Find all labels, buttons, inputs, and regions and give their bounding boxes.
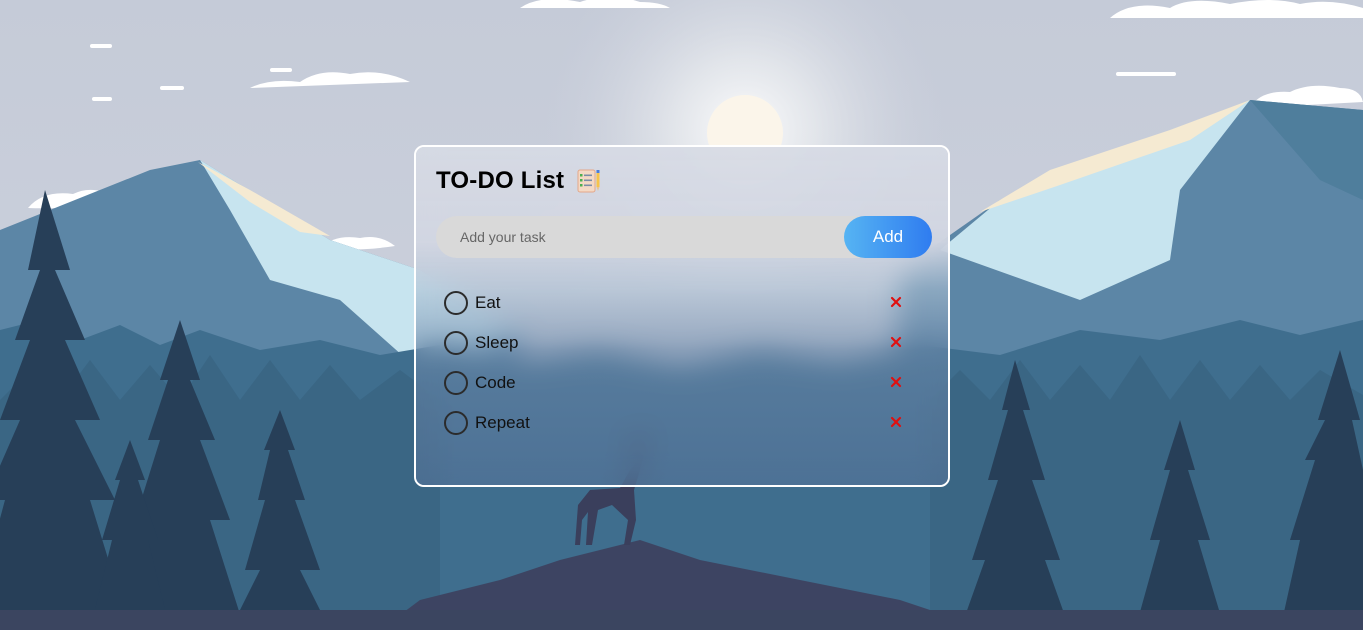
unchecked-circle-icon[interactable]	[444, 371, 468, 395]
task-item[interactable]: Repeat	[444, 403, 914, 443]
task-input[interactable]	[436, 216, 836, 258]
close-icon[interactable]	[888, 414, 904, 430]
add-button[interactable]: Add	[844, 216, 932, 258]
task-label: Eat	[475, 293, 501, 312]
close-icon[interactable]	[888, 374, 904, 390]
task-label: Code	[475, 373, 516, 392]
app-title: TO-DO List	[436, 167, 565, 194]
add-task-row: Add	[436, 216, 932, 258]
unchecked-circle-icon[interactable]	[444, 411, 468, 435]
task-label: Repeat	[475, 413, 530, 432]
close-icon[interactable]	[888, 334, 904, 350]
task-label: Sleep	[475, 333, 519, 352]
task-list: Eat Sleep Code Repeat	[444, 283, 914, 443]
task-item[interactable]: Code	[444, 363, 914, 403]
title-row: TO-DO List	[436, 167, 602, 195]
task-item[interactable]: Eat	[444, 283, 914, 323]
todo-card: TO-DO List Add your task Add Eat Sleep C…	[414, 145, 950, 487]
task-item[interactable]: Sleep	[444, 323, 914, 363]
checklist-pencil-icon	[576, 168, 602, 194]
close-icon[interactable]	[888, 294, 904, 310]
unchecked-circle-icon[interactable]	[444, 291, 468, 315]
unchecked-circle-icon[interactable]	[444, 331, 468, 355]
